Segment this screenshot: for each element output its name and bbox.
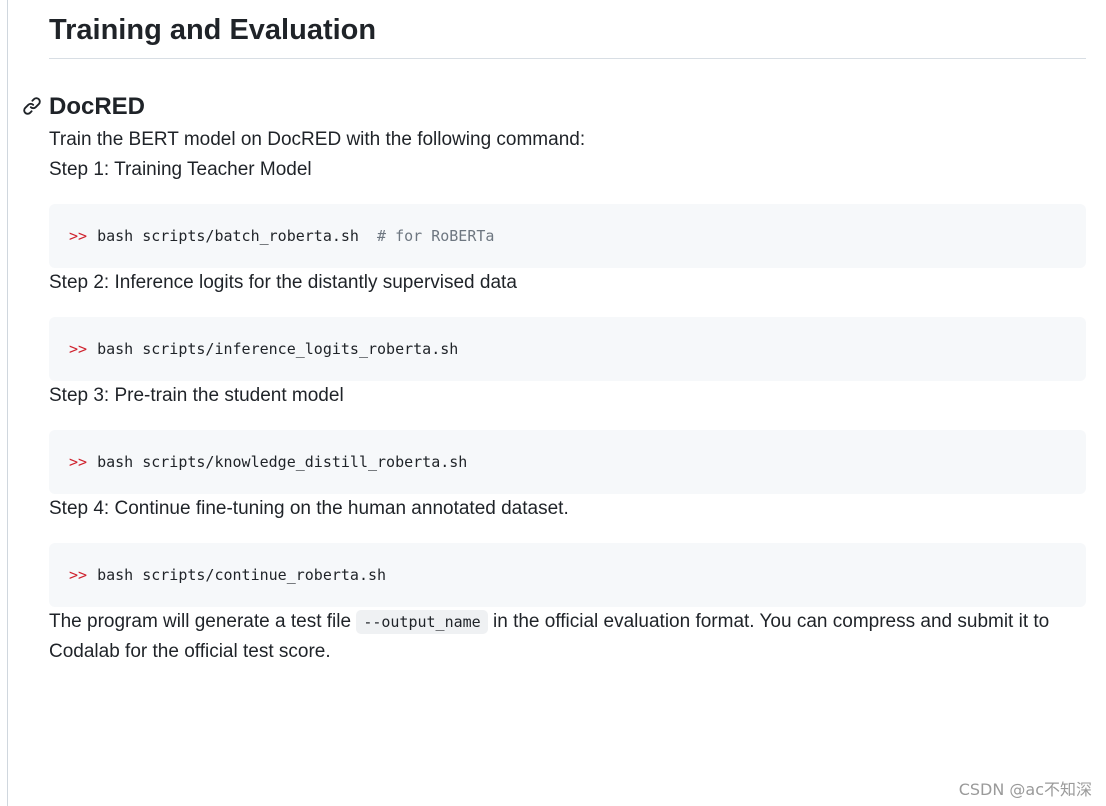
subsection-heading: DocRED: [49, 93, 146, 120]
code-block-step-1[interactable]: >> bash scripts/batch_roberta.sh # for Ro…: [49, 204, 1086, 268]
command-text: bash scripts/batch_roberta.sh: [97, 227, 359, 245]
command-text: bash scripts/inference_logits_roberta.sh: [97, 340, 459, 358]
step-1-label: Step 1: Training Teacher Model: [49, 159, 312, 180]
readme-content: Training and Evaluation DocRED Train the…: [23, 0, 1086, 667]
code-block-step-4[interactable]: >> bash scripts/continue_roberta.sh: [49, 543, 1086, 607]
watermark: CSDN @ac不知深: [958, 780, 1092, 799]
step-2-label: Step 2: Inference logits for the distant…: [49, 272, 517, 293]
final-text-before: The program will generate a test file: [49, 611, 357, 632]
left-border: [7, 0, 8, 806]
command-comment: # for RoBERTa: [377, 227, 495, 245]
code-block-step-2[interactable]: >> bash scripts/inference_logits_roberta.…: [49, 317, 1086, 381]
step-3-label: Step 3: Pre-train the student model: [49, 385, 344, 406]
inline-code-output-name: --output_name: [356, 610, 488, 634]
step-4-label: Step 4: Continue fine-tuning on the huma…: [49, 498, 569, 519]
code-block-step-3[interactable]: >> bash scripts/knowledge_distill_roberta…: [49, 430, 1086, 494]
subsection-header: DocRED: [23, 89, 1086, 125]
prompt-symbol: >>: [69, 453, 88, 471]
page: Training and Evaluation DocRED Train the…: [0, 0, 1106, 806]
prompt-symbol: >>: [69, 340, 88, 358]
section-heading: Training and Evaluation: [49, 0, 1086, 59]
prompt-symbol: >>: [69, 566, 88, 584]
final-paragraph: The program will generate a test file --…: [49, 607, 1086, 667]
link-icon[interactable]: [22, 96, 42, 116]
intro-text: Train the BERT model on DocRED with the …: [49, 129, 586, 150]
prompt-symbol: >>: [69, 227, 88, 245]
command-text: bash scripts/knowledge_distill_roberta.s…: [97, 453, 468, 471]
command-text: bash scripts/continue_roberta.sh: [97, 566, 387, 584]
